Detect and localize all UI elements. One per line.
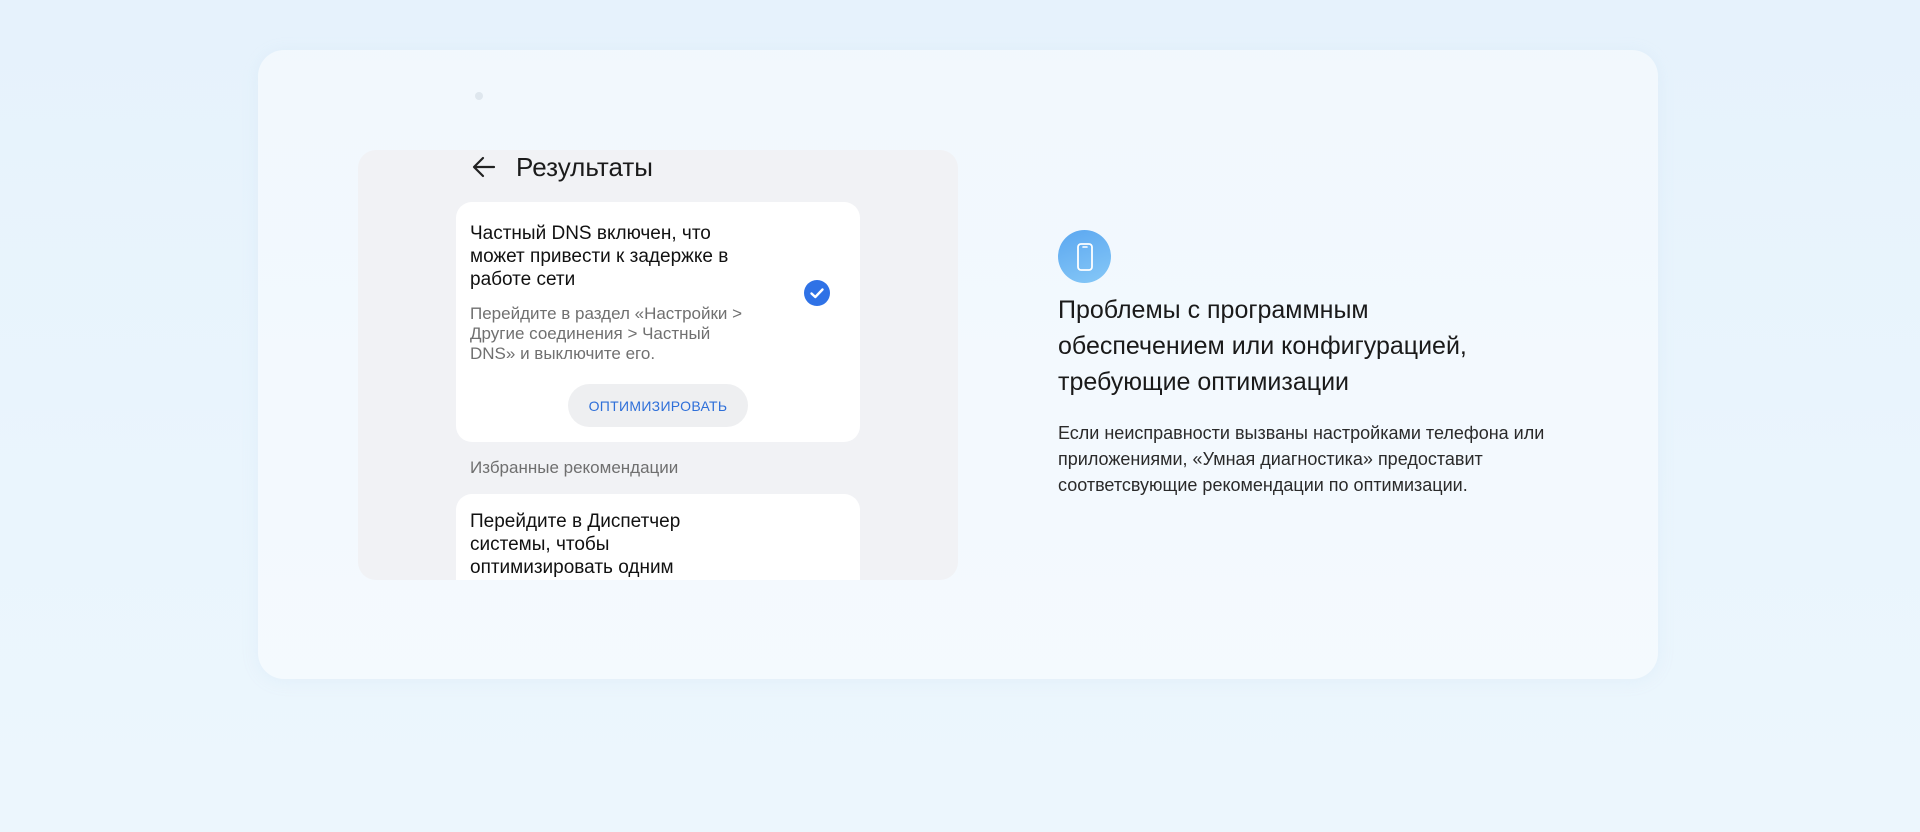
feature-description: Если неисправности вызваны настройками т… xyxy=(1058,423,1545,495)
back-arrow-icon[interactable] xyxy=(470,153,498,181)
recommendation-title: Перейдите в Диспетчер системы, чтобы опт… xyxy=(470,511,681,578)
phone-screenshot: Результаты Частный DNS включен, что може… xyxy=(358,150,958,580)
result-description: Перейдите в раздел «Настройки > Другие с… xyxy=(470,304,743,363)
decorative-dot xyxy=(475,92,483,100)
phone-icon xyxy=(1058,230,1111,283)
phone-title: Результаты xyxy=(516,151,653,182)
phone-glyph-icon xyxy=(1076,242,1093,271)
feature-title: Проблемы с программным обеспечением или … xyxy=(1058,296,1467,396)
phone-header: Результаты xyxy=(470,150,653,184)
result-title: Частный DNS включен, что может привести … xyxy=(470,223,729,290)
section-label: Избранные рекомендации xyxy=(470,458,679,477)
recommendation-card[interactable]: Перейдите в Диспетчер системы, чтобы опт… xyxy=(456,494,860,580)
check-icon[interactable] xyxy=(804,280,830,306)
result-card: Частный DNS включен, что может привести … xyxy=(456,202,860,442)
optimize-button[interactable]: ОПТИМИЗИРОВАТЬ xyxy=(568,384,748,427)
